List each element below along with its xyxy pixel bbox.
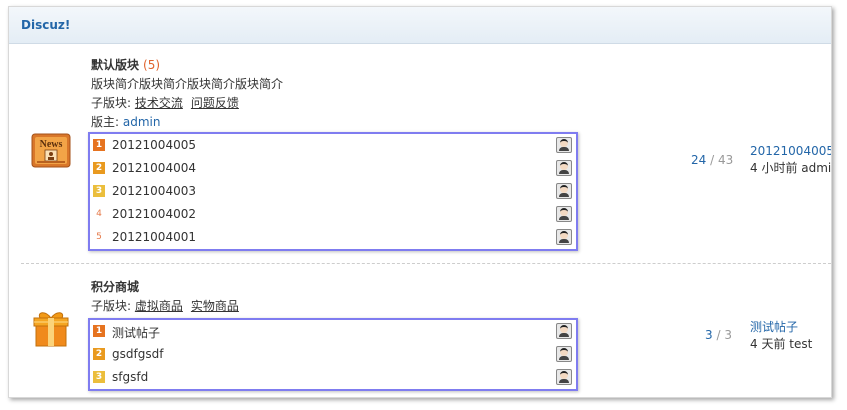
last-post-meta: 4 小时前 admin xyxy=(750,161,832,175)
thread-title[interactable]: 20121004001 xyxy=(112,230,196,244)
thread-row: 2 20121004004 xyxy=(90,157,576,180)
subforum-label: 子版块: xyxy=(91,299,132,313)
last-post-meta: 4 天前 test xyxy=(750,337,813,351)
forum-stats: 3 / 3 xyxy=(705,328,732,342)
forum-row: News 默认版块 (5) 版块简介版块简介版块简介版块简介 子版块: 技术交流问… xyxy=(9,44,831,264)
thread-title[interactable]: 20121004003 xyxy=(112,184,196,198)
thread-row: 5 20121004001 xyxy=(90,226,576,249)
thread-count: 24 xyxy=(691,153,707,167)
subforum-link[interactable]: 虚拟商品 xyxy=(135,299,183,313)
thread-title[interactable]: 测试帖子 xyxy=(112,324,160,341)
news-icon[interactable]: News xyxy=(31,132,71,172)
rank-badge: 1 xyxy=(93,325,105,337)
moderator-link[interactable]: admin xyxy=(123,115,161,129)
last-post-title[interactable]: 测试帖子 xyxy=(750,319,812,336)
forum-name[interactable]: 积分商城 xyxy=(91,280,139,294)
thread-list: 1 20121004005 2 20121004004 3 2012100400… xyxy=(88,132,578,251)
forum-row: 积分商城 子版块: 虚拟商品 实物商品 1 测试帖子 2 gsdfgsdf 3 s… xyxy=(9,264,831,397)
subforum-link[interactable]: 问题反馈 xyxy=(191,96,239,110)
forum-name[interactable]: 默认版块 xyxy=(91,58,139,72)
avatar-icon[interactable] xyxy=(556,323,572,339)
rank-badge: 2 xyxy=(93,348,105,360)
stats-separator: / xyxy=(716,328,721,342)
thread-row: 3 20121004003 xyxy=(90,180,576,203)
forum-description: 版块简介版块简介版块简介版块简介 xyxy=(91,77,284,91)
thread-title[interactable]: 20121004004 xyxy=(112,161,196,175)
moderator-label: 版主: xyxy=(91,115,120,129)
rank-badge: 4 xyxy=(93,208,105,220)
last-post-title[interactable]: 20121004005 xyxy=(750,143,831,160)
gift-icon[interactable] xyxy=(31,309,71,349)
thread-count: 3 xyxy=(705,328,713,342)
forum-today-count: (5) xyxy=(143,58,161,72)
thread-row: 2 gsdfgsdf xyxy=(90,343,576,366)
svg-text:News: News xyxy=(40,139,63,150)
thread-title[interactable]: gsdfgsdf xyxy=(112,347,163,361)
avatar-icon[interactable] xyxy=(556,369,572,385)
thread-title[interactable]: 20121004005 xyxy=(112,138,196,152)
rank-badge: 3 xyxy=(93,185,105,197)
rank-badge: 2 xyxy=(93,162,105,174)
post-count: 43 xyxy=(717,153,734,167)
last-post: 测试帖子 4 天前 test xyxy=(750,319,812,353)
category-header: Discuz! xyxy=(9,7,831,44)
forum-panel: Discuz! News 默认版块 (5) 版块简介版块简介版块简介版块简介 子版… xyxy=(8,6,832,398)
thread-row: 1 20121004005 xyxy=(90,134,576,157)
category-title[interactable]: Discuz! xyxy=(21,18,70,32)
rank-badge: 5 xyxy=(93,231,105,243)
forum-info: 默认版块 (5) 版块简介版块简介版块简介版块简介 子版块: 技术交流 问题反馈 版… xyxy=(91,56,283,132)
thread-list: 1 测试帖子 2 gsdfgsdf 3 sfgsfd xyxy=(88,318,578,391)
avatar-icon[interactable] xyxy=(556,137,572,153)
thread-row: 3 sfgsfd xyxy=(90,366,576,389)
post-count: 3 xyxy=(724,328,732,342)
forum-info: 积分商城 子版块: 虚拟商品 实物商品 xyxy=(91,278,247,316)
avatar-icon[interactable] xyxy=(556,229,572,245)
thread-row: 1 测试帖子 xyxy=(90,320,576,343)
forum-title-line: 积分商城 xyxy=(91,278,247,297)
rank-badge: 1 xyxy=(93,139,105,151)
subforum-list: 子版块: 技术交流 问题反馈 xyxy=(91,94,283,113)
subforum-label: 子版块: xyxy=(91,96,132,110)
thread-row: 4 20121004002 xyxy=(90,203,576,226)
forum-stats: 24 / 43 xyxy=(691,153,733,167)
thread-title[interactable]: 20121004002 xyxy=(112,207,196,221)
rank-badge: 3 xyxy=(93,371,105,383)
thread-title[interactable]: sfgsfd xyxy=(112,370,148,384)
forum-title-line: 默认版块 (5) xyxy=(91,56,283,75)
subforum-link[interactable]: 实物商品 xyxy=(191,299,239,313)
moderator-line: 版主: admin xyxy=(91,113,283,132)
avatar-icon[interactable] xyxy=(556,183,572,199)
avatar-icon[interactable] xyxy=(556,346,572,362)
last-post: 20121004005 4 小时前 admin xyxy=(750,143,832,177)
subforum-link[interactable]: 技术交流 xyxy=(135,96,183,110)
avatar-icon[interactable] xyxy=(556,206,572,222)
stats-separator: / xyxy=(710,153,715,167)
subforum-list: 子版块: 虚拟商品 实物商品 xyxy=(91,297,247,316)
avatar-icon[interactable] xyxy=(556,160,572,176)
